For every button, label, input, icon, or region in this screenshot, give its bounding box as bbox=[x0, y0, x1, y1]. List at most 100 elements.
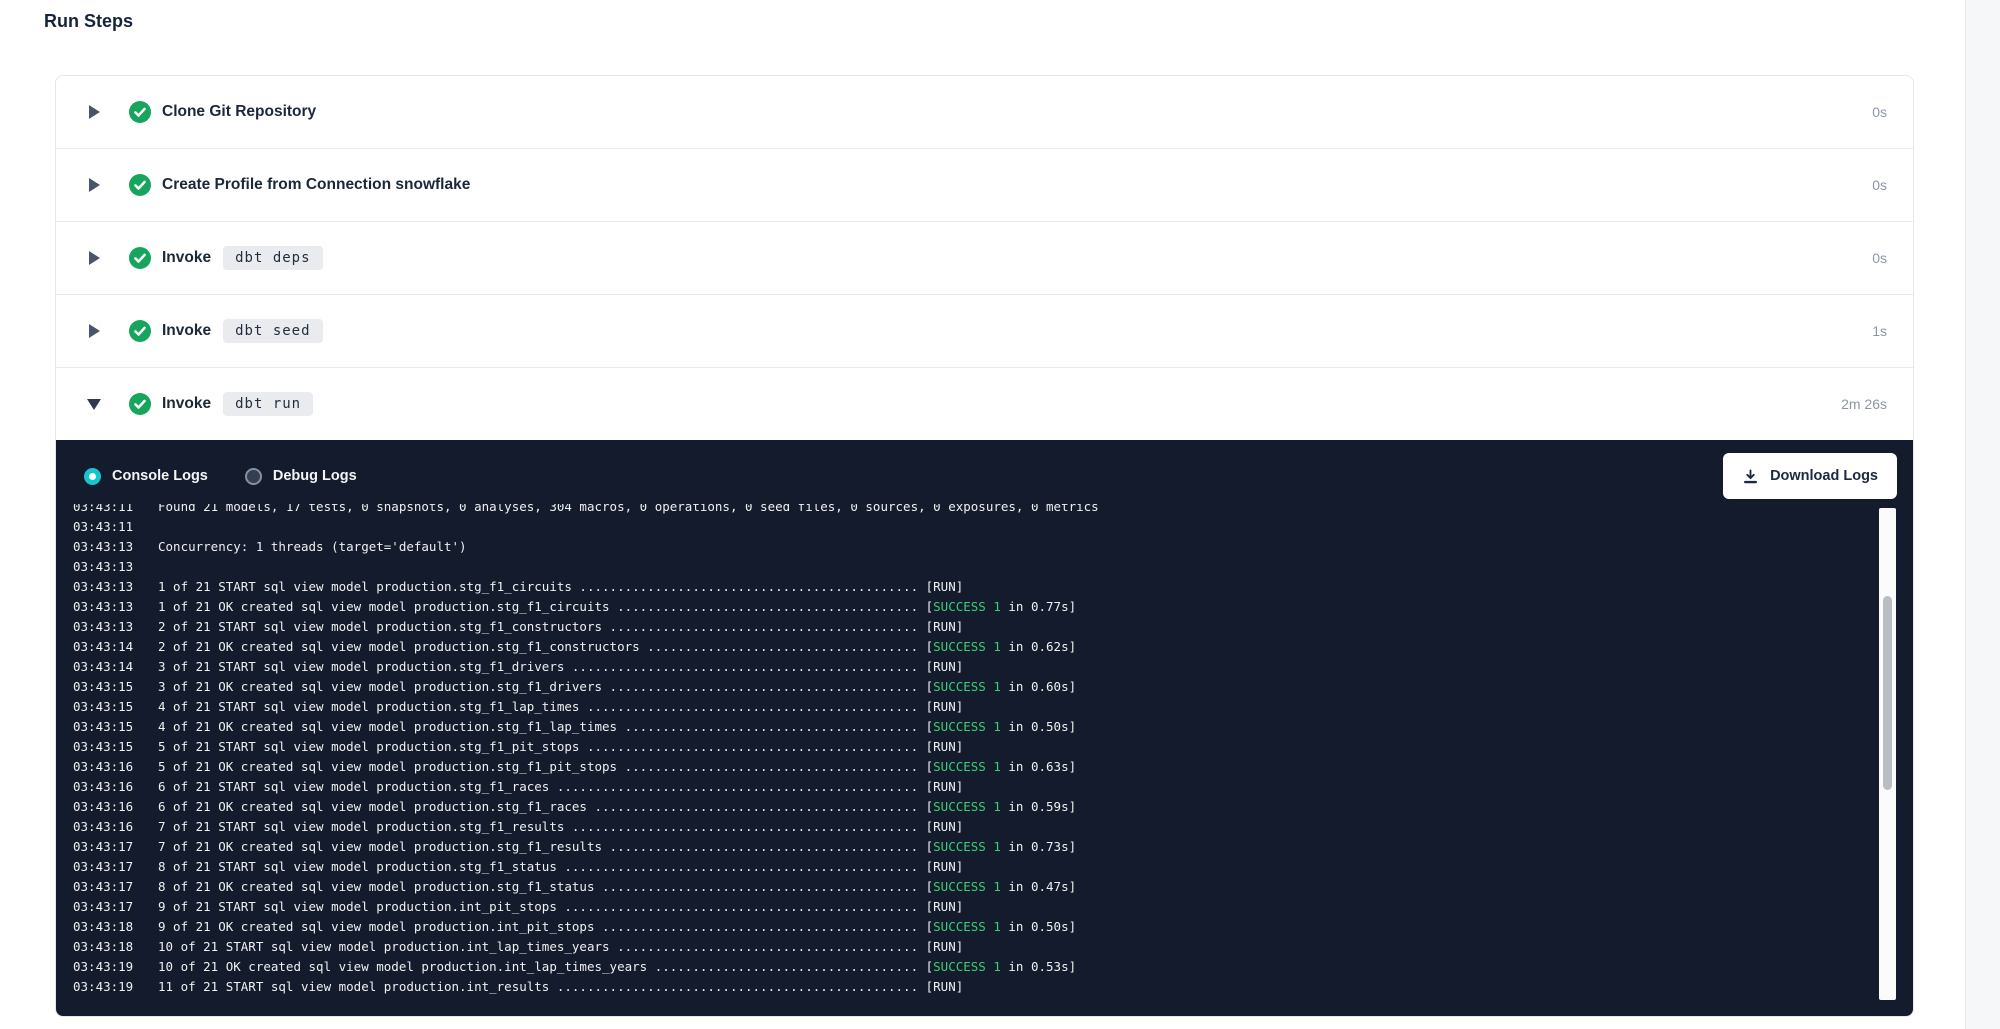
log-line: 03:43:1910 of 21 OK created sql view mod… bbox=[73, 957, 1869, 977]
run-steps-card: Clone Git Repository 0s Create Profile f… bbox=[55, 75, 1914, 1017]
log-timestamp: 03:43:11 bbox=[73, 504, 134, 517]
log-timestamp: 03:43:16 bbox=[73, 757, 134, 777]
log-timestamp: 03:43:18 bbox=[73, 937, 134, 957]
log-timestamp: 03:43:16 bbox=[73, 777, 134, 797]
step-duration: 0s bbox=[1872, 177, 1887, 193]
step-command-badge: dbt run bbox=[223, 392, 313, 416]
success-check-icon bbox=[129, 320, 151, 342]
log-line: 03:43:11 bbox=[73, 517, 1869, 537]
step-label: Invoke bbox=[162, 249, 211, 267]
log-success-status: SUCCESS 1 bbox=[933, 679, 1001, 694]
log-success-status: SUCCESS 1 bbox=[933, 599, 1001, 614]
log-success-status: SUCCESS 1 bbox=[933, 879, 1001, 894]
success-check-icon bbox=[129, 247, 151, 269]
page-title: Run Steps bbox=[44, 11, 133, 32]
download-logs-button[interactable]: Download Logs bbox=[1723, 453, 1897, 499]
log-line: 03:43:154 of 21 OK created sql view mode… bbox=[73, 717, 1869, 737]
log-timestamp: 03:43:15 bbox=[73, 737, 134, 757]
success-check-icon bbox=[129, 393, 151, 415]
log-message: 9 of 21 START sql view model production.… bbox=[158, 897, 963, 917]
log-line: 03:43:131 of 21 OK created sql view mode… bbox=[73, 597, 1869, 617]
step-label: Create Profile from Connection snowflake bbox=[162, 176, 470, 194]
log-timestamp: 03:43:13 bbox=[73, 537, 134, 557]
log-timestamp: 03:43:13 bbox=[73, 557, 134, 577]
log-line: 03:43:16 6 of 21 OK created sql view mode… bbox=[73, 797, 1869, 817]
log-line: 03:43:17 7 of 21 OK created sql view mode… bbox=[73, 837, 1869, 857]
log-message: 8 of 21 START sql view model production.… bbox=[158, 857, 963, 877]
log-success-status: SUCCESS 1 bbox=[933, 759, 1001, 774]
log-scrollbar-thumb[interactable] bbox=[1883, 596, 1892, 790]
log-timestamp: 03:43:13 bbox=[73, 617, 134, 637]
log-tab-label: Console Logs bbox=[112, 468, 208, 484]
log-message: 6 of 21 OK created sql view model produc… bbox=[158, 797, 1076, 817]
log-message: Found 21 models, 17 tests, 0 snapshots, … bbox=[158, 504, 1099, 517]
log-timestamp: 03:43:18 bbox=[73, 917, 134, 937]
step-duration: 2m 26s bbox=[1841, 396, 1887, 412]
success-check-icon bbox=[129, 174, 151, 196]
log-line: 03:43:11 Found 21 models, 17 tests, 0 sna… bbox=[73, 504, 1869, 517]
radio-selected-icon[interactable] bbox=[84, 468, 101, 485]
log-success-status: SUCCESS 1 bbox=[933, 839, 1001, 854]
chevron-right-icon[interactable] bbox=[88, 250, 101, 266]
log-timestamp: 03:43:15 bbox=[73, 677, 134, 697]
download-logs-label: Download Logs bbox=[1770, 468, 1878, 484]
log-message: 1 of 21 START sql view model production.… bbox=[158, 577, 963, 597]
run-step-row[interactable]: Create Profile from Connection snowflake… bbox=[56, 149, 1913, 222]
chevron-right-icon[interactable] bbox=[88, 177, 101, 193]
log-success-status: SUCCESS 1 bbox=[933, 639, 1001, 654]
log-scrollbar-track[interactable] bbox=[1879, 508, 1896, 1000]
log-timestamp: 03:43:15 bbox=[73, 717, 134, 737]
run-step-row[interactable]: Invoke dbt seed 1s bbox=[56, 295, 1913, 368]
log-message: 4 of 21 START sql view model production.… bbox=[158, 697, 963, 717]
step-label: Clone Git Repository bbox=[162, 103, 316, 121]
log-line: 03:43:166 of 21 START sql view model pro… bbox=[73, 777, 1869, 797]
chevron-right-icon[interactable] bbox=[88, 104, 101, 120]
log-timestamp: 03:43:16 bbox=[73, 797, 134, 817]
log-tab-debug-logs[interactable]: Debug Logs bbox=[245, 468, 357, 485]
chevron-down-icon[interactable] bbox=[88, 396, 101, 412]
log-message: 2 of 21 START sql view model production.… bbox=[158, 617, 963, 637]
log-line: 03:43:16 7 of 21 START sql view model pro… bbox=[73, 817, 1869, 837]
page-gutter bbox=[1965, 0, 2000, 1029]
step-command-badge: dbt seed bbox=[223, 319, 322, 343]
log-message: Concurrency: 1 threads (target='default'… bbox=[158, 537, 467, 557]
log-message: 7 of 21 OK created sql view model produc… bbox=[158, 837, 1076, 857]
log-success-status: SUCCESS 1 bbox=[933, 919, 1001, 934]
run-step-row[interactable]: Invoke dbt run 2m 26s bbox=[56, 368, 1913, 440]
step-duration: 0s bbox=[1872, 250, 1887, 266]
log-timestamp: 03:43:19 bbox=[73, 957, 134, 977]
step-duration: 0s bbox=[1872, 104, 1887, 120]
log-type-radio-group: Console Logs Debug Logs bbox=[84, 468, 357, 485]
success-check-icon bbox=[129, 101, 151, 123]
log-timestamp: 03:43:17 bbox=[73, 857, 134, 877]
log-line: 03:43:1911 of 21 START sql view model pr… bbox=[73, 977, 1869, 997]
log-success-status: SUCCESS 1 bbox=[933, 719, 1001, 734]
step-duration: 1s bbox=[1872, 323, 1887, 339]
log-line: 03:43:17 8 of 21 START sql view model pro… bbox=[73, 857, 1869, 877]
log-timestamp: 03:43:14 bbox=[73, 637, 134, 657]
log-timestamp: 03:43:16 bbox=[73, 817, 134, 837]
log-tab-console-logs[interactable]: Console Logs bbox=[84, 468, 208, 485]
run-step-row[interactable]: Clone Git Repository 0s bbox=[56, 76, 1913, 149]
log-line: 03:43:179 of 21 START sql view model pro… bbox=[73, 897, 1869, 917]
chevron-right-icon[interactable] bbox=[88, 323, 101, 339]
log-tab-label: Debug Logs bbox=[273, 468, 357, 484]
log-line: 03:43:189 of 21 OK created sql view mode… bbox=[73, 917, 1869, 937]
run-step-row[interactable]: Invoke dbt deps 0s bbox=[56, 222, 1913, 295]
log-success-status: SUCCESS 1 bbox=[933, 959, 1001, 974]
log-timestamp: 03:43:17 bbox=[73, 837, 134, 857]
log-line: 03:43:17 8 of 21 OK created sql view mode… bbox=[73, 877, 1869, 897]
log-timestamp: 03:43:17 bbox=[73, 877, 134, 897]
log-message: 8 of 21 OK created sql view model produc… bbox=[158, 877, 1076, 897]
log-timestamp: 03:43:14 bbox=[73, 657, 134, 677]
step-label: Invoke bbox=[162, 395, 211, 413]
log-message: 7 of 21 START sql view model production.… bbox=[158, 817, 963, 837]
log-line: 03:43:1810 of 21 START sql view model pr… bbox=[73, 937, 1869, 957]
log-line: 03:43:165 of 21 OK created sql view mode… bbox=[73, 757, 1869, 777]
log-message: 3 of 21 START sql view model production.… bbox=[158, 657, 963, 677]
log-message: 11 of 21 START sql view model production… bbox=[158, 977, 963, 997]
console-log-output[interactable]: 03:43:11Found 21 models, 17 tests, 0 sna… bbox=[73, 504, 1869, 1002]
radio-unselected-icon[interactable] bbox=[245, 468, 262, 485]
log-message: 2 of 21 OK created sql view model produc… bbox=[158, 637, 1076, 657]
log-line: 03:43:13 bbox=[73, 557, 1869, 577]
